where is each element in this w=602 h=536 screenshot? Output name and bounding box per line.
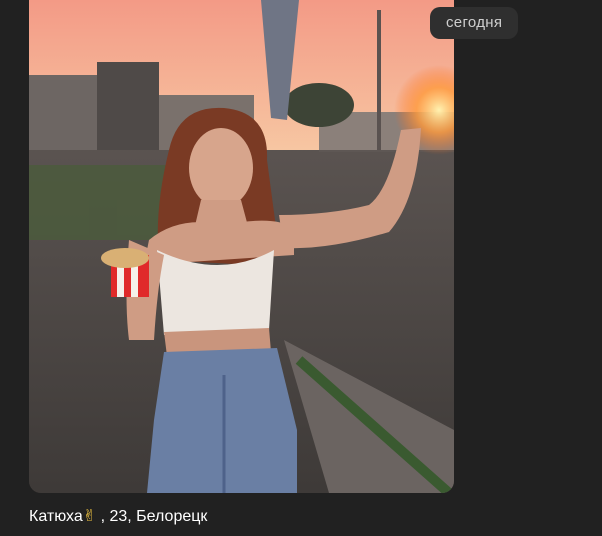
date-separator-badge: сегодня xyxy=(430,7,519,39)
caption-details: , 23, Белорецк xyxy=(96,508,208,525)
photo-message[interactable]: Катюха✌ , 23, Белорецк xyxy=(29,0,454,528)
victory-hand-emoji: ✌ xyxy=(82,506,97,525)
chat-area: Катюха✌ , 23, Белорецк сегодня xyxy=(0,0,602,536)
photo-caption: Катюха✌ , 23, Белорецк xyxy=(29,505,454,528)
caption-name: Катюха xyxy=(29,508,83,525)
message-photo[interactable] xyxy=(29,0,454,493)
photo-portrait-illustration xyxy=(29,0,454,493)
